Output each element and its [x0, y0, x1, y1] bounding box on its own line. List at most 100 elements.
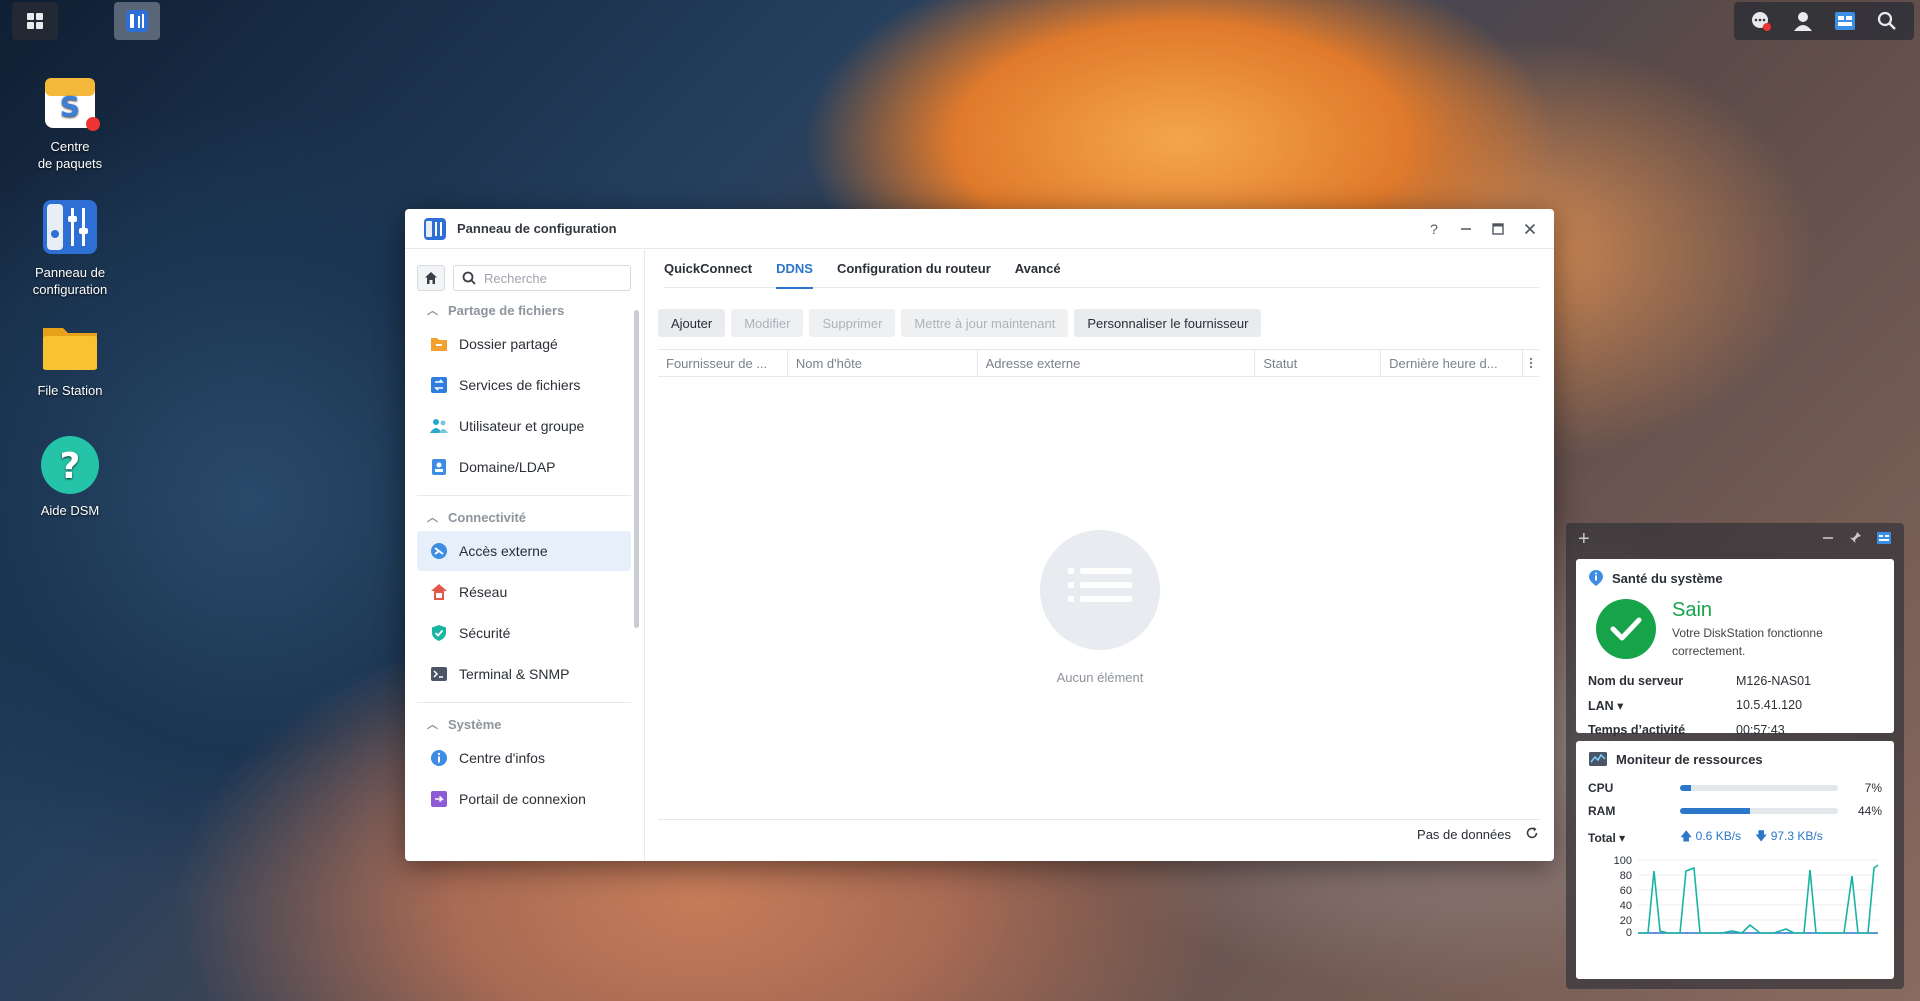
list-icon [1040, 530, 1160, 650]
system-health-widget: Santé du système Sain Votre DiskStation … [1576, 559, 1894, 737]
column-header-external-address[interactable]: Adresse externe [978, 350, 1256, 376]
desktop-icon-label: Aide DSM [40, 503, 100, 518]
ram-label: RAM [1588, 804, 1616, 818]
sidebar-item-label: Services de fichiers [459, 377, 581, 393]
widgets-icon[interactable] [1831, 7, 1859, 35]
sidebar-item-user-group[interactable]: Utilisateur et groupe [417, 406, 631, 446]
update-now-button[interactable]: Mettre à jour maintenant [901, 309, 1069, 337]
sidebar-item-file-services[interactable]: Services de fichiers [417, 365, 631, 405]
sidebar-item-domain-ldap[interactable]: Domaine/LDAP [417, 447, 631, 487]
cpu-label: CPU [1588, 781, 1614, 795]
uptime-row: Temps d’activité 00:57:43 [1588, 723, 1882, 737]
y-tick-label: 60 [1620, 885, 1632, 897]
sidebar-item-shared-folder[interactable]: Dossier partagé [417, 324, 631, 364]
terminal-icon [429, 664, 449, 684]
add-widget-button[interactable]: + [1578, 528, 1590, 551]
svg-text:?: ? [60, 446, 81, 487]
notifications-icon[interactable] [1747, 7, 1775, 35]
empty-state-text: Aucun élément [1056, 670, 1144, 685]
desktop-icon-control-panel[interactable]: Panneau de configuration [18, 196, 122, 298]
sidebar-item-login-portal[interactable]: Portail de connexion [417, 779, 631, 819]
uptime-label: Temps d’activité [1588, 723, 1686, 737]
section-connectivity[interactable]: ︿ Connectivité [417, 504, 631, 530]
health-status: Sain [1672, 599, 1713, 621]
column-header-status[interactable]: Statut [1255, 350, 1382, 376]
edit-button[interactable]: Modifier [731, 309, 804, 337]
taskbar [0, 0, 1920, 42]
customize-provider-button[interactable]: Personnaliser le fournisseur [1074, 309, 1262, 337]
section-file-sharing[interactable]: ︿ Partage de fichiers [417, 297, 631, 323]
sidebar-item-security[interactable]: Sécurité [417, 613, 631, 653]
ram-row: RAM 44% [1588, 804, 1882, 818]
minimize-widgets-button[interactable] [1822, 531, 1834, 547]
empty-state: Aucun élément [646, 530, 1554, 685]
desktop-icon-label: File Station [37, 383, 103, 398]
info-icon [1589, 570, 1603, 586]
tab-quickconnect[interactable]: QuickConnect [664, 250, 752, 288]
pin-icon [1850, 531, 1861, 543]
window-titlebar[interactable]: Panneau de configuration ? [405, 209, 1554, 249]
tab-advanced[interactable]: Avancé [1015, 250, 1061, 288]
cpu-bar-fill [1680, 785, 1692, 791]
section-system[interactable]: ︿ Système [417, 711, 631, 737]
main-menu-button[interactable] [12, 2, 58, 40]
more-vertical-icon [1529, 357, 1533, 369]
desktop-icon-package-center[interactable]: S Centre de paquets [18, 70, 122, 172]
help-button[interactable]: ? [1422, 217, 1446, 241]
lan-row: LAN ▾ 10.5.41.120 [1588, 698, 1882, 713]
health-description-line: Votre DiskStation fonctionne [1672, 626, 1823, 640]
package-center-icon: S [39, 70, 101, 132]
column-header-hostname[interactable]: Nom d'hôte [788, 350, 978, 376]
network-total-dropdown[interactable]: Total ▾ [1588, 831, 1680, 845]
search-input[interactable] [484, 270, 624, 286]
health-description: Votre DiskStation fonctionne correctemen… [1672, 624, 1823, 660]
lan-dropdown[interactable]: LAN ▾ [1588, 698, 1736, 713]
chevron-up-icon: ︿ [427, 719, 438, 731]
sidebar-item-label: Dossier partagé [459, 336, 558, 352]
maximize-icon [1492, 223, 1504, 235]
sidebar-item-info-center[interactable]: Centre d'infos [417, 738, 631, 778]
resource-monitor-icon [1589, 752, 1607, 766]
ram-bar [1680, 808, 1838, 814]
home-button[interactable] [417, 265, 445, 291]
desktop-icon-dsm-help[interactable]: ? Aide DSM [18, 434, 122, 519]
user-icon[interactable] [1789, 7, 1817, 35]
sidebar-scrollbar[interactable] [634, 310, 639, 628]
sidebar-item-label: Sécurité [459, 625, 511, 641]
refresh-button[interactable] [1525, 826, 1539, 843]
tab-bar: QuickConnect DDNS Configuration du route… [664, 250, 1539, 289]
table-footer: Pas de données [658, 819, 1539, 849]
tab-ddns[interactable]: DDNS [776, 250, 813, 289]
sidebar-item-network[interactable]: Réseau [417, 572, 631, 612]
server-name-row: Nom du serveur M126-NAS01 [1588, 674, 1882, 688]
minimize-icon [1823, 537, 1833, 539]
y-tick-label: 40 [1620, 900, 1632, 912]
close-button[interactable] [1518, 217, 1542, 241]
maximize-button[interactable] [1486, 217, 1510, 241]
external-access-icon [429, 541, 449, 561]
desktop-icon-file-station[interactable]: File Station [18, 314, 122, 399]
column-header-provider[interactable]: Fournisseur de ... [658, 350, 788, 376]
delete-button[interactable]: Supprimer [809, 309, 896, 337]
search-icon[interactable] [1873, 7, 1901, 35]
sidebar-item-label: Terminal & SNMP [459, 666, 570, 682]
sidebar-item-external-access[interactable]: Accès externe [417, 531, 631, 571]
pin-widgets-button[interactable] [1848, 531, 1862, 548]
control-panel-window: Panneau de configuration ? ︿ Partage de f… [405, 209, 1554, 861]
info-icon [429, 748, 449, 768]
tab-router-configuration[interactable]: Configuration du routeur [837, 250, 991, 288]
minimize-button[interactable] [1454, 217, 1478, 241]
y-tick-label: 20 [1620, 915, 1632, 927]
taskbar-control-panel-button[interactable] [114, 2, 160, 40]
column-menu-button[interactable] [1523, 350, 1539, 376]
search-box[interactable] [453, 265, 631, 291]
sidebar-item-terminal-snmp[interactable]: Terminal & SNMP [417, 654, 631, 694]
ram-bar-fill [1680, 808, 1750, 814]
upload-rate: 🡅 0.6 KB/s [1680, 829, 1742, 843]
column-header-last-update[interactable]: Dernière heure d... [1381, 350, 1524, 376]
uptime-value: 00:57:43 [1736, 723, 1785, 737]
sidebar-item-label: Réseau [459, 584, 508, 600]
shared-folder-icon [429, 334, 449, 354]
widgets-layout-button[interactable] [1876, 531, 1892, 548]
add-button[interactable]: Ajouter [658, 309, 726, 337]
